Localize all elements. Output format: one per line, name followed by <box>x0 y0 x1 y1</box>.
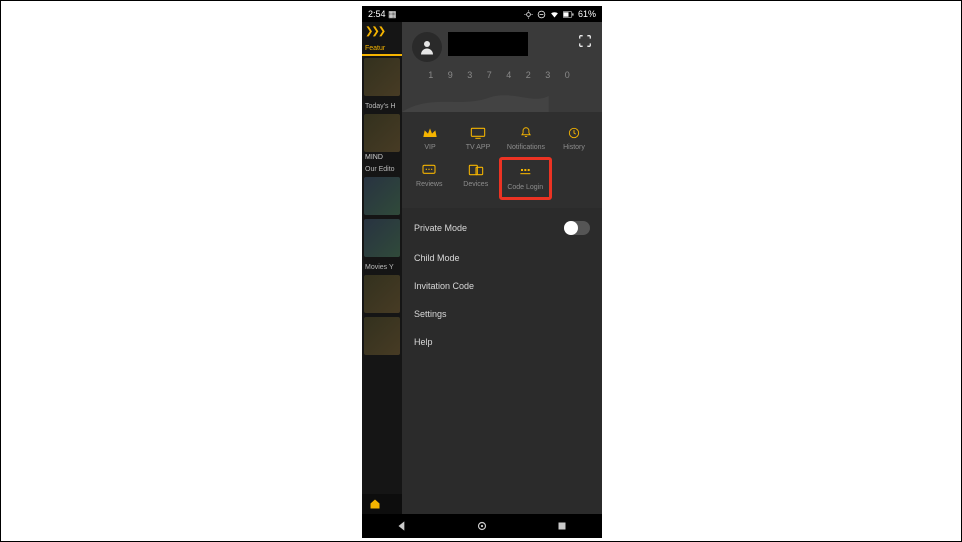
username-redacted <box>448 32 528 56</box>
bell-icon <box>518 126 534 140</box>
code-login-icon <box>517 166 533 180</box>
status-right: 61% <box>524 9 596 19</box>
menu-settings[interactable]: Settings <box>402 300 602 328</box>
tv-icon <box>470 126 486 140</box>
menu-label: Settings <box>414 309 447 319</box>
profile-header: 1 9 3 7 4 2 3 0 <box>402 22 602 112</box>
wave-decoration <box>402 90 549 112</box>
menu-list: Private Mode Child Mode Invitation Code … <box>402 208 602 360</box>
shortcut-label: TV APP <box>466 144 491 151</box>
shortcut-history[interactable]: History <box>550 120 598 157</box>
nav-recent-icon[interactable] <box>555 519 569 533</box>
menu-label: Child Mode <box>414 253 460 263</box>
battery-pct: 61% <box>578 9 596 19</box>
thumb-movie-2[interactable] <box>364 317 400 355</box>
chat-icon <box>421 163 437 177</box>
menu-help[interactable]: Help <box>402 328 602 356</box>
android-nav-bar <box>362 514 602 538</box>
profile-counter: 1 9 3 7 4 2 3 0 <box>402 70 602 80</box>
menu-private-mode[interactable]: Private Mode <box>402 212 602 244</box>
tab-featured[interactable]: Featur <box>362 41 402 56</box>
devices-icon <box>468 163 484 177</box>
status-time: 2:54 ▦ <box>368 9 397 20</box>
shortcut-vip[interactable]: VIP <box>406 120 454 157</box>
home-icon[interactable] <box>368 498 382 510</box>
thumb-movie-1[interactable] <box>364 275 400 313</box>
section-editors: Our Edito <box>362 161 402 175</box>
section-movies: Movies Y <box>362 259 402 273</box>
nav-home-icon[interactable] <box>475 519 489 533</box>
user-icon <box>418 38 436 56</box>
bottom-nav <box>362 494 402 514</box>
menu-invitation-code[interactable]: Invitation Code <box>402 272 602 300</box>
shortcut-notifications[interactable]: Notifications <box>502 120 550 157</box>
menu-label: Invitation Code <box>414 281 474 291</box>
shortcut-label: VIP <box>424 144 435 151</box>
avatar[interactable] <box>412 32 442 62</box>
shortcut-label: Notifications <box>507 144 545 151</box>
shortcut-label: Reviews <box>416 181 442 188</box>
thumb-editor-2[interactable] <box>364 219 400 257</box>
shortcut-devices[interactable]: Devices <box>453 157 500 200</box>
account-drawer: 1 9 3 7 4 2 3 0 VIP TV APP Notificati <box>402 22 602 514</box>
private-mode-toggle[interactable] <box>564 221 590 235</box>
thumb-today-1[interactable] <box>364 114 400 152</box>
shortcut-tvapp[interactable]: TV APP <box>454 120 502 157</box>
menu-label: Help <box>414 337 433 347</box>
brightness-icon <box>524 10 533 19</box>
dnd-icon <box>537 10 546 19</box>
battery-icon <box>563 10 574 19</box>
status-bar: 2:54 ▦ 61% <box>362 6 602 22</box>
nav-back-icon[interactable] <box>395 519 409 533</box>
thumb-editor-1[interactable] <box>364 177 400 215</box>
shortcut-code-login[interactable]: Code Login <box>499 157 552 200</box>
shortcuts-grid: VIP TV APP Notifications History <box>402 112 602 208</box>
main-app-background: ❯❯❯ Featur Today's H MIND Our Edito Movi… <box>362 22 402 514</box>
shortcut-reviews[interactable]: Reviews <box>406 157 453 200</box>
hero-thumb[interactable] <box>364 58 400 96</box>
menu-child-mode[interactable]: Child Mode <box>402 244 602 272</box>
wifi-icon <box>550 10 559 19</box>
shortcut-label: History <box>563 144 585 151</box>
crown-icon <box>422 126 438 140</box>
logo-arrows-icon: ❯❯❯ <box>362 22 402 41</box>
phone-frame: 2:54 ▦ 61% ❯❯❯ Featur Today's H MIND Our… <box>362 6 602 538</box>
menu-label: Private Mode <box>414 223 467 233</box>
thumb-title-mind: MIND <box>362 154 402 161</box>
clock-icon <box>566 126 582 140</box>
scan-qr-icon[interactable] <box>578 34 592 48</box>
section-today: Today's H <box>362 98 402 112</box>
shortcut-label: Devices <box>463 181 488 188</box>
app-screen: ❯❯❯ Featur Today's H MIND Our Edito Movi… <box>362 22 602 514</box>
shortcut-label: Code Login <box>507 184 543 191</box>
